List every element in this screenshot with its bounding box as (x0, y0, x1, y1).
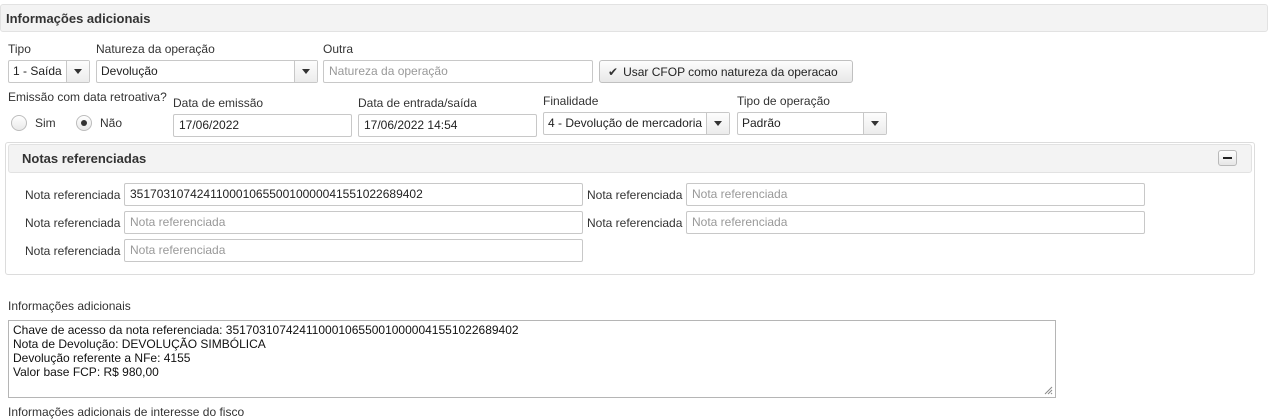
notas-panel-header (8, 144, 1252, 173)
section-header (0, 4, 1268, 32)
tipo-operacao-value: Padrão (742, 116, 781, 130)
natureza-select[interactable]: Devolução (96, 60, 318, 83)
data-emissao-input[interactable]: 17/06/2022 (173, 114, 352, 137)
finalidade-label: Finalidade (543, 94, 599, 108)
outra-label: Outra (323, 42, 354, 56)
nota-label: Nota referenciada (587, 188, 683, 202)
chevron-down-icon[interactable] (863, 113, 886, 134)
nota-input[interactable]: Nota referenciada (124, 239, 583, 262)
radio-nao[interactable] (76, 115, 92, 131)
nota-input[interactable]: Nota referenciada (686, 183, 1145, 206)
natureza-label: Natureza da operação (96, 42, 215, 56)
usar-cfop-button[interactable]: ✔ Usar CFOP como natureza da operacao (599, 60, 853, 83)
finalidade-select[interactable]: 4 - Devolução de mercadoria (543, 112, 730, 135)
info-adicionais-textarea[interactable]: Chave de acesso da nota referenciada: 35… (8, 320, 1056, 398)
chevron-down-icon[interactable] (66, 61, 89, 82)
data-emissao-label: Data de emissão (173, 96, 264, 110)
tipo-value: 1 - Saída (13, 64, 62, 78)
retroativa-label: Emissão com data retroativa? (8, 90, 167, 104)
nota-label: Nota referenciada (25, 188, 121, 202)
radio-sim-label: Sim (35, 116, 56, 130)
tipo-select[interactable]: 1 - Saída (8, 60, 90, 83)
natureza-value: Devolução (101, 64, 158, 78)
radio-nao-label: Não (100, 116, 123, 130)
nota-label: Nota referenciada (25, 244, 121, 258)
chevron-down-icon[interactable] (294, 61, 317, 82)
nota-label: Nota referenciada (587, 216, 683, 230)
nota-input[interactable]: Nota referenciada (686, 211, 1145, 234)
nota-label: Nota referenciada (25, 216, 121, 230)
finalidade-value: 4 - Devolução de mercadoria (548, 116, 703, 130)
notas-panel-title: Notas referenciadas (22, 151, 147, 166)
radio-sim[interactable] (11, 115, 27, 131)
textarea-line: Devolução referente a NFe: 4155 (13, 351, 191, 365)
textarea-line: Chave de acesso da nota referenciada: 35… (13, 323, 519, 337)
resize-handle-icon[interactable] (1044, 386, 1053, 395)
check-icon: ✔ (608, 64, 619, 79)
outra-input[interactable]: Natureza da operação (323, 60, 593, 83)
info-adicionais-label: Informações adicionais (8, 299, 131, 313)
chevron-down-icon[interactable] (706, 113, 729, 134)
textarea-line: Valor base FCP: R$ 980,00 (13, 365, 159, 379)
info-fisco-label: Informações adicionais de interesse do f… (8, 405, 245, 419)
nota-input[interactable]: Nota referenciada (124, 211, 583, 234)
tipo-operacao-select[interactable]: Padrão (737, 112, 887, 135)
data-entrada-input[interactable]: 17/06/2022 14:54 (358, 114, 537, 137)
minus-icon (1223, 157, 1232, 159)
textarea-line: Nota de Devolução: DEVOLUÇÃO SIMBÓLICA (13, 337, 266, 351)
section-title: Informações adicionais (6, 11, 151, 26)
usar-cfop-label: Usar CFOP como natureza da operacao (623, 64, 838, 79)
data-entrada-label: Data de entrada/saída (358, 96, 477, 110)
tipo-label: Tipo (8, 42, 31, 56)
nota-input[interactable]: 3517031074241100010655001000004155102268… (124, 183, 583, 206)
tipo-operacao-label: Tipo de operação (737, 94, 830, 108)
collapse-button[interactable] (1218, 150, 1237, 166)
